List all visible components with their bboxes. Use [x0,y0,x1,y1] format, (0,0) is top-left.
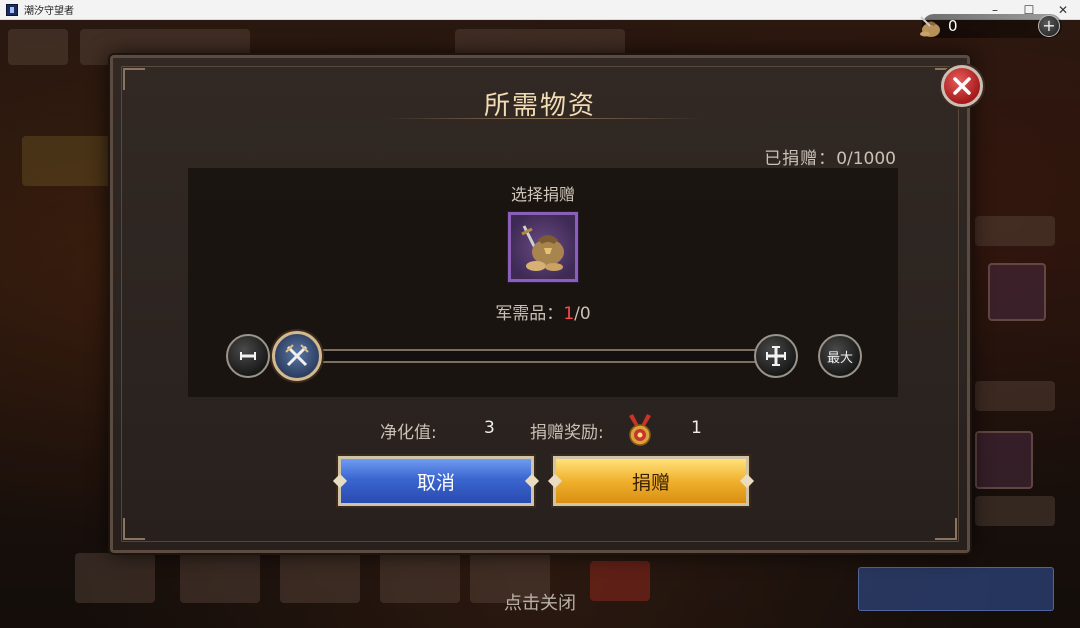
medal-icon [629,414,651,446]
supply-bag-sword-icon [521,225,564,271]
bg-side-text [22,136,112,186]
plus-icon [766,346,786,366]
supply-count: 军需品：1/0 [188,299,898,324]
currency-value: 0 [948,17,958,35]
supply-label: 军需品： [495,304,564,324]
bg-side-button-2 [975,381,1055,411]
frame-corner [123,518,145,540]
donation-panel: 选择捐赠 军需品：1/0 最大 [188,168,898,397]
close-icon [953,77,971,95]
tap-to-close-hint[interactable]: 点击关闭 [0,589,1080,615]
crossed-swords-icon [285,344,309,367]
title-divider [383,118,703,119]
increase-button[interactable] [754,334,798,378]
select-donation-label: 选择捐赠 [510,185,575,204]
quantity-slider-row: 最大 [226,331,866,381]
minus-icon [240,352,256,360]
supply-selected: 1 [563,304,575,324]
donation-dialog: 所需物资 已捐赠：0/1000 选择捐赠 军需品：1/0 最大 净化值: 3 捐… [110,55,970,553]
slider-thumb[interactable] [272,331,322,381]
bg-item-tile-2 [975,431,1033,489]
donated-progress: 已捐赠：0/1000 [764,144,896,169]
dialog-title: 所需物资 [483,91,596,121]
bg-item-tile-1 [988,263,1046,321]
close-dialog-button[interactable] [941,65,983,107]
bg-side-button-1 [975,216,1055,246]
purify-label: 净化值: [380,423,437,443]
bg-top-bar [455,29,625,57]
supply-item-slot[interactable] [508,212,578,282]
frame-corner [935,518,957,540]
donated-value: 0/1000 [836,149,896,169]
slider-track[interactable] [276,349,756,363]
supply-bag-icon [916,12,944,40]
bg-side-button-3 [975,496,1055,526]
app-icon [6,3,18,16]
donated-label: 已捐赠： [764,149,837,169]
reward-label: 捐赠奖励: [530,423,604,443]
currency-bar: 0 + [920,14,1062,38]
purify-value: 3 [484,418,495,438]
max-button[interactable]: 最大 [818,334,862,378]
decrease-button[interactable] [226,334,270,378]
donation-stats: 净化值: 3 捐赠奖励: 1 [113,414,967,446]
reward-value: 1 [691,418,702,438]
add-currency-button[interactable]: + [1038,15,1060,37]
window-title: 潮汐守望者 [24,6,74,17]
donate-button[interactable]: 捐赠 [553,456,749,506]
cancel-button[interactable]: 取消 [338,456,534,506]
bg-back-button [8,29,68,65]
supply-rest: /0 [574,304,591,324]
